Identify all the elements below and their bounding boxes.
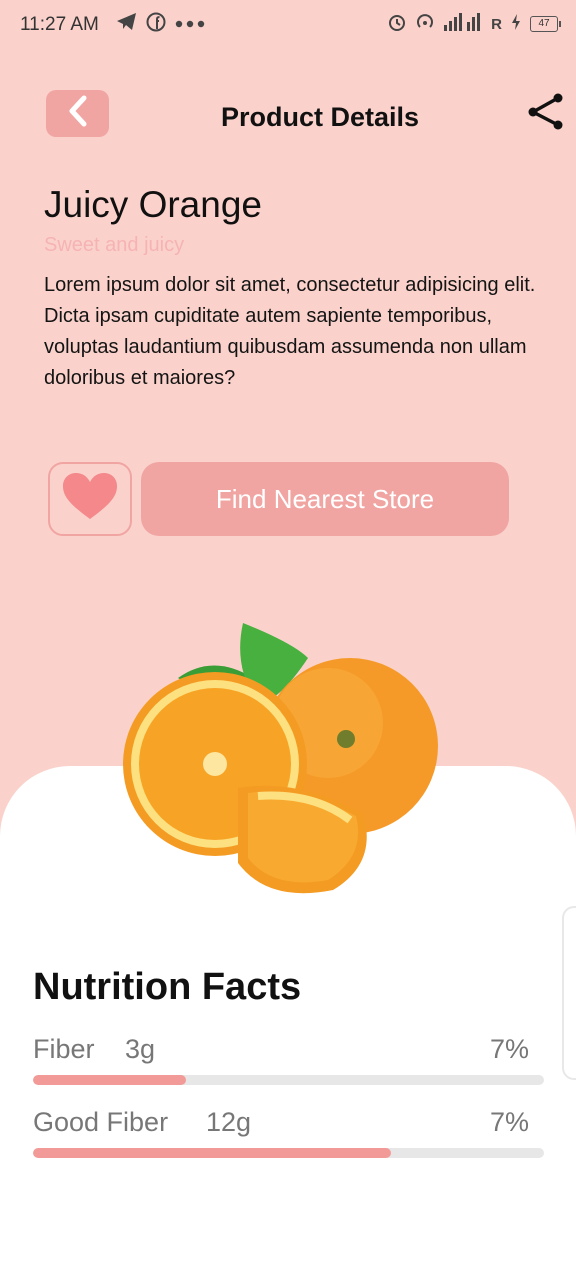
nutrient-amount: 12g — [206, 1107, 252, 1137]
product-description: Lorem ipsum dolor sit amet, consectetur … — [44, 274, 536, 389]
nutrient-percent: 7% — [489, 1107, 529, 1137]
share-button[interactable] — [526, 92, 566, 132]
product-name: Juicy Orange — [44, 184, 262, 225]
signal-icon — [443, 12, 483, 36]
progress-track — [33, 1148, 544, 1158]
network-label: R — [491, 15, 502, 33]
favorite-button[interactable] — [48, 462, 132, 536]
heart-icon — [61, 472, 119, 527]
orange-illustration — [123, 623, 438, 894]
find-store-button[interactable]: Find Nearest Store — [141, 462, 509, 536]
product-tagline: Sweet and juicy — [44, 234, 185, 256]
side-handle[interactable] — [562, 906, 576, 1080]
status-bar: 11:27 AM R 47 — [0, 0, 576, 52]
nutrition-title: Nutrition Facts — [33, 966, 302, 1008]
progress-fill — [33, 1075, 187, 1085]
battery-icon: 47 — [530, 16, 561, 32]
status-time: 11:27 AM — [20, 14, 99, 35]
nutrient-percent: 7% — [489, 1034, 529, 1064]
telegram-icon — [116, 12, 138, 37]
progress-track — [33, 1075, 544, 1085]
chevron-left-icon — [66, 95, 90, 132]
nutrient-name: Fiber — [33, 1034, 95, 1064]
back-button[interactable] — [46, 90, 109, 137]
nutrient-amount: 3g — [125, 1034, 156, 1064]
nutrient-row-good-fiber: Good Fiber 12g 7% — [33, 1107, 545, 1158]
alarm-icon — [387, 12, 407, 36]
share-icon — [526, 93, 566, 136]
nutrient-row-fiber: Fiber 3g 7% — [33, 1034, 545, 1085]
facebook-icon — [146, 12, 166, 37]
hotspot-icon — [415, 12, 435, 36]
nutrient-name: Good Fiber — [33, 1107, 169, 1137]
charging-icon — [510, 13, 522, 35]
more-notifications-icon — [174, 16, 206, 34]
progress-fill — [33, 1148, 391, 1158]
